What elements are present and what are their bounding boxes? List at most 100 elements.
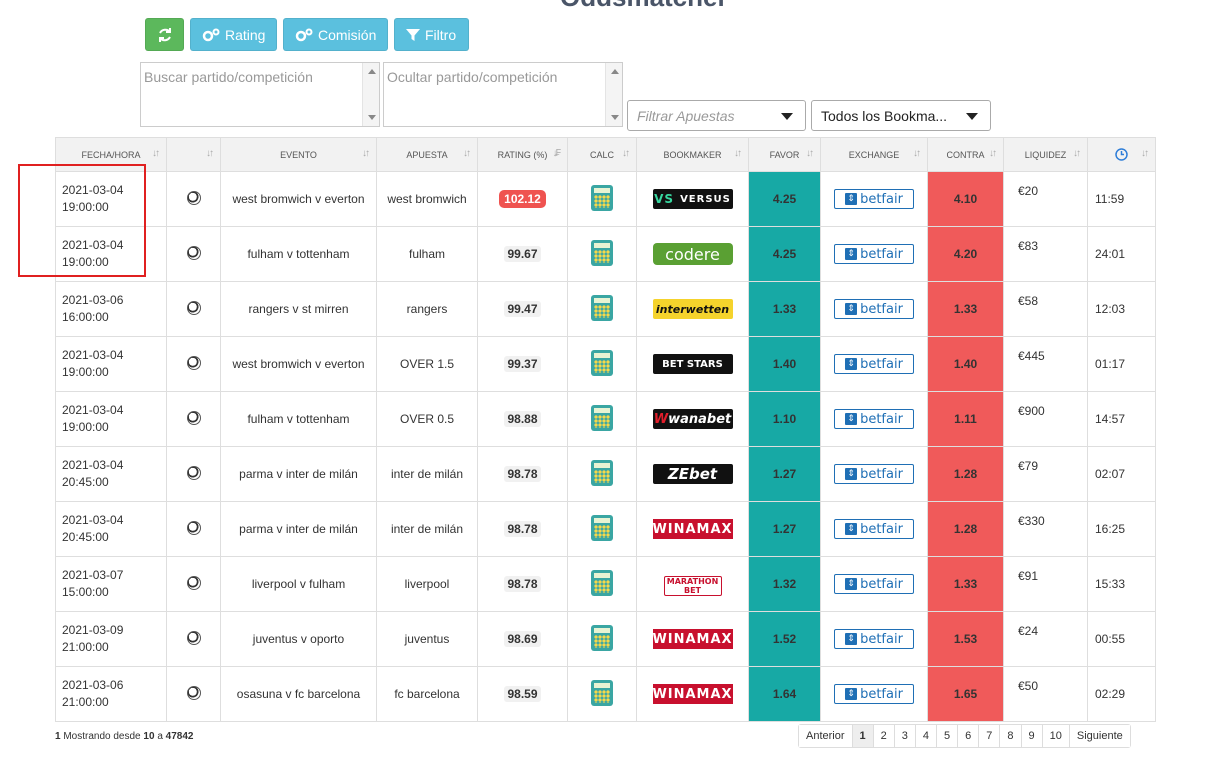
contra-odds[interactable]: 1.28 [927,501,1004,557]
event-cell[interactable]: liverpool v fulham [220,556,377,612]
table-row[interactable]: 2021-03-06 21:00:00 osasuna v fc barcelona… [55,666,1156,722]
pagination-page[interactable]: 10 [1041,725,1069,747]
col-clock[interactable]: ↓↑ [1087,137,1156,172]
table-row[interactable]: 2021-03-06 16:00:00 rangers v st mirren ran… [55,281,1156,337]
col-favor[interactable]: FAVOR ↓↑ [748,137,821,172]
contra-odds[interactable]: 4.10 [927,171,1004,227]
favor-odds[interactable]: 1.27 [748,501,821,557]
favor-odds[interactable]: 1.40 [748,336,821,392]
zebet-logo[interactable]: ZEbet [652,464,733,484]
winamax-logo[interactable]: WINAMAX [652,629,733,649]
filtro-button[interactable]: Filtro [394,18,469,51]
refresh-button[interactable] [145,18,184,51]
versus-logo[interactable]: VS VERSUS [652,189,733,209]
table-row[interactable]: 2021-03-09 21:00:00 juventus v oporto juven… [55,611,1156,667]
event-cell[interactable]: rangers v st mirren [220,281,377,337]
betfair-logo[interactable]: ⇕ betfair [834,629,914,649]
table-row[interactable]: 2021-03-04 19:00:00 west bromwich v everto… [55,171,1156,227]
calculator-icon[interactable] [591,239,613,266]
table-row[interactable]: 2021-03-04 19:00:00 fulham v tottenham OVER… [55,391,1156,447]
contra-odds[interactable]: 1.33 [927,556,1004,612]
col-exchange[interactable]: EXCHANGE ↓↑ [820,137,928,172]
calculator-icon[interactable] [591,459,613,486]
pagination-next[interactable]: Siguiente [1068,725,1130,747]
pagination-page[interactable]: 5 [936,725,958,747]
favor-odds[interactable]: 4.25 [748,226,821,282]
wanabet-logo[interactable]: Wwanabet [652,409,733,429]
col-rating[interactable]: RATING (%) ↓₣ [477,137,568,172]
betfair-logo[interactable]: ⇕ betfair [834,409,914,429]
pagination-page[interactable]: 7 [978,725,1000,747]
favor-odds[interactable]: 1.32 [748,556,821,612]
event-cell[interactable]: west bromwich v everton [220,336,377,392]
table-row[interactable]: 2021-03-04 19:00:00 west bromwich v everto… [55,336,1156,392]
col-bookmaker[interactable]: BOOKMAKER ↓↑ [636,137,749,172]
calculator-icon[interactable] [591,514,613,541]
table-row[interactable]: 2021-03-04 20:45:00 parma v inter de milán… [55,501,1156,557]
search-scrollbar[interactable] [362,63,379,126]
event-cell[interactable]: west bromwich v everton [220,171,377,227]
winamax-logo[interactable]: WINAMAX [652,684,733,704]
event-cell[interactable]: parma v inter de milán [220,446,377,502]
contra-odds[interactable]: 1.11 [927,391,1004,447]
interwetten-logo[interactable]: interwetten [652,299,733,319]
comision-button[interactable]: Comisión [283,18,388,51]
col-sport[interactable]: ↓↑ [166,137,221,172]
favor-odds[interactable]: 4.25 [748,171,821,227]
favor-odds[interactable]: 1.64 [748,666,821,722]
betfair-logo[interactable]: ⇕ betfair [834,684,914,704]
calculator-icon[interactable] [591,679,613,706]
search-input[interactable]: Buscar partido/competición [140,62,380,127]
calculator-icon[interactable] [591,624,613,651]
contra-odds[interactable]: 1.33 [927,281,1004,337]
col-calc[interactable]: CALC ↓↑ [567,137,637,172]
pagination-page[interactable]: 8 [999,725,1021,747]
event-cell[interactable]: osasuna v fc barcelona [220,666,377,722]
betfair-logo[interactable]: ⇕ betfair [834,189,914,209]
winamax-logo[interactable]: WINAMAX [652,519,733,539]
codere-logo[interactable]: codere [652,243,733,265]
contra-odds[interactable]: 1.40 [927,336,1004,392]
pagination-page[interactable]: 9 [1020,725,1042,747]
col-contra[interactable]: CONTRA ↓↑ [927,137,1004,172]
event-cell[interactable]: parma v inter de milán [220,501,377,557]
table-row[interactable]: 2021-03-04 20:45:00 parma v inter de milán… [55,446,1156,502]
contra-odds[interactable]: 1.65 [927,666,1004,722]
rating-button[interactable]: Rating [190,18,277,51]
betfair-logo[interactable]: ⇕ betfair [834,464,914,484]
table-row[interactable]: 2021-03-07 15:00:00 liverpool v fulham live… [55,556,1156,612]
contra-odds[interactable]: 4.20 [927,226,1004,282]
favor-odds[interactable]: 1.33 [748,281,821,337]
hide-input[interactable]: Ocultar partido/competición [383,62,623,127]
col-evento[interactable]: EVENTO ↓↑ [220,137,377,172]
pagination-page[interactable]: 6 [957,725,979,747]
table-row[interactable]: 2021-03-04 19:00:00 fulham v tottenham fulh… [55,226,1156,282]
col-liquidez[interactable]: LIQUIDEZ ↓↑ [1003,137,1088,172]
pokerstars-logo[interactable]: BET STARS [652,354,733,374]
bookmakers-select[interactable]: Todos los Bookma... [811,100,991,131]
pagination-page[interactable]: 3 [893,725,915,747]
pagination-page[interactable]: 4 [914,725,937,747]
favor-odds[interactable]: 1.27 [748,446,821,502]
apuestas-filter-select[interactable]: Filtrar Apuestas [627,100,806,131]
betfair-logo[interactable]: ⇕ betfair [834,244,914,264]
calculator-icon[interactable] [591,184,613,211]
pagination-prev[interactable]: Anterior [799,725,852,747]
col-fecha[interactable]: FECHA/HORA ↓↑ [55,137,167,172]
marathon-logo[interactable]: MARATHON BET [663,575,722,596]
calculator-icon[interactable] [591,349,613,376]
betfair-logo[interactable]: ⇕ betfair [834,574,914,594]
betfair-logo[interactable]: ⇕ betfair [834,299,914,319]
event-cell[interactable]: fulham v tottenham [220,391,377,447]
calculator-icon[interactable] [591,294,613,321]
favor-odds[interactable]: 1.52 [748,611,821,667]
event-cell[interactable]: fulham v tottenham [220,226,377,282]
betfair-logo[interactable]: ⇕ betfair [834,519,914,539]
contra-odds[interactable]: 1.28 [927,446,1004,502]
favor-odds[interactable]: 1.10 [748,391,821,447]
event-cell[interactable]: juventus v oporto [220,611,377,667]
pagination-page[interactable]: 2 [872,725,894,747]
hide-scrollbar[interactable] [605,63,622,126]
col-apuesta[interactable]: APUESTA ↓↑ [376,137,478,172]
calculator-icon[interactable] [591,404,613,431]
